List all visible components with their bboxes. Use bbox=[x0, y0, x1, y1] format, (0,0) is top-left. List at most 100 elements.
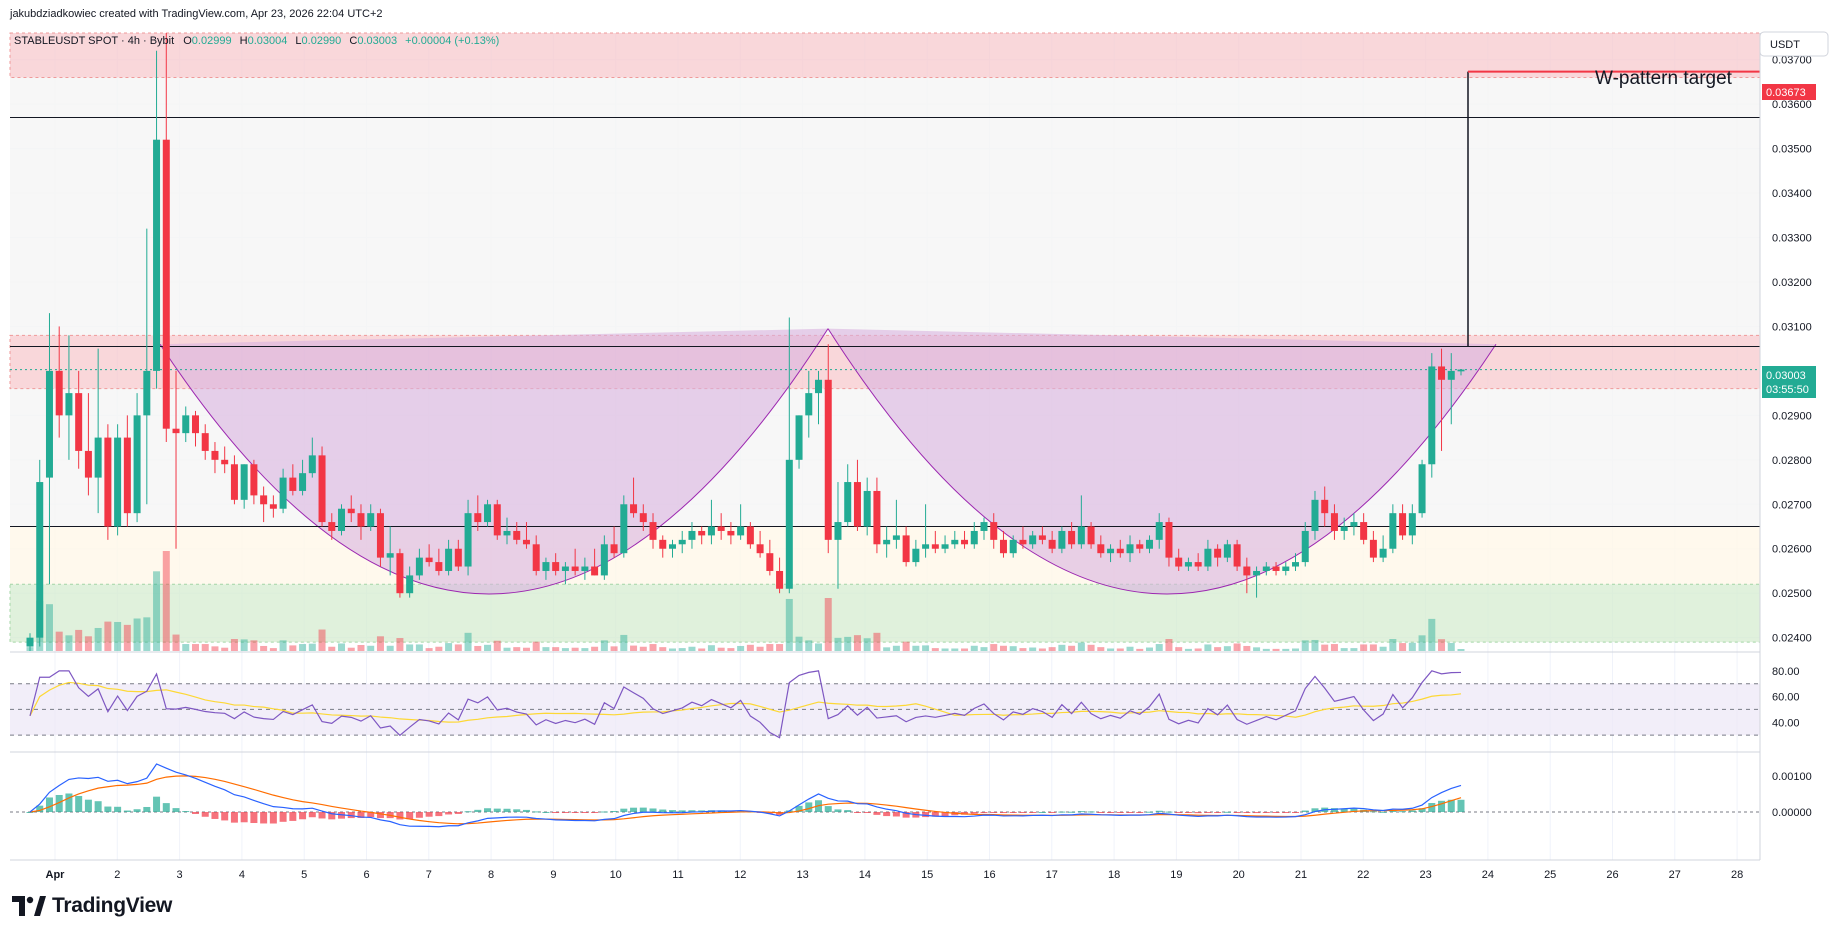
candle-body bbox=[834, 522, 842, 540]
macd-histogram-bar bbox=[1058, 811, 1066, 813]
candle-body bbox=[1058, 530, 1066, 549]
macd-histogram-bar bbox=[299, 812, 307, 820]
candle-body bbox=[581, 566, 589, 571]
candle-body bbox=[493, 504, 501, 536]
macd-histogram-bar bbox=[1175, 812, 1183, 813]
volume-bar bbox=[357, 645, 365, 651]
w-pattern-target-label: W-pattern target bbox=[1595, 68, 1733, 89]
candle-body bbox=[532, 544, 540, 571]
volume-bar bbox=[1165, 639, 1173, 651]
candle-body bbox=[873, 490, 881, 545]
volume-bar bbox=[931, 648, 939, 651]
volume-bar bbox=[250, 640, 258, 651]
legend-c-label: C bbox=[349, 35, 357, 47]
macd-histogram-bar bbox=[1019, 812, 1027, 813]
macd-histogram-bar bbox=[1048, 812, 1056, 813]
candle-body bbox=[922, 544, 930, 549]
macd-histogram-bar bbox=[1204, 812, 1212, 813]
candle-body bbox=[1038, 535, 1046, 540]
macd-histogram-bar bbox=[1379, 811, 1387, 813]
candle-body bbox=[36, 482, 44, 638]
candle-body bbox=[1399, 513, 1407, 536]
candle-body bbox=[980, 522, 988, 531]
macd-histogram-bar bbox=[211, 812, 219, 819]
macd-histogram-bar bbox=[571, 812, 579, 813]
volume-bar bbox=[1292, 648, 1300, 651]
volume-bar bbox=[766, 644, 774, 651]
volume-bar bbox=[493, 640, 501, 651]
volume-bar bbox=[1009, 646, 1017, 651]
volume-bar bbox=[795, 636, 803, 651]
volume-bar bbox=[445, 643, 453, 651]
macd-histogram-bar bbox=[1369, 811, 1377, 813]
macd-histogram-bar bbox=[143, 806, 151, 812]
rsi-pane bbox=[10, 670, 1760, 739]
candle-body bbox=[999, 539, 1007, 554]
volume-bar bbox=[707, 645, 715, 651]
volume-bar bbox=[756, 646, 764, 651]
volume-bar bbox=[1145, 647, 1153, 651]
macd-histogram-bar bbox=[162, 803, 170, 812]
volume-bar bbox=[269, 648, 277, 651]
macd-histogram-bar bbox=[191, 812, 199, 814]
candle-body bbox=[133, 415, 141, 514]
volume-bar bbox=[104, 621, 112, 651]
volume-bar bbox=[279, 640, 287, 651]
macd-histogram-bar bbox=[834, 809, 842, 812]
macd-tick-label: 0.00000 bbox=[1772, 807, 1812, 819]
legend-symbol: STABLEUSDT SPOT · 4h · Bybit bbox=[14, 35, 174, 47]
macd-histogram-bar bbox=[1262, 812, 1270, 813]
macd-histogram-bar bbox=[250, 812, 258, 824]
macd-histogram-bar bbox=[1292, 812, 1300, 813]
macd-histogram-bar bbox=[513, 809, 521, 812]
volume-bar bbox=[1194, 648, 1202, 651]
time-tick-label: 19 bbox=[1170, 869, 1182, 881]
volume-bar bbox=[396, 638, 404, 651]
macd-histogram-bar bbox=[922, 812, 930, 818]
candle-body bbox=[600, 544, 608, 576]
candle-body bbox=[1077, 526, 1085, 545]
candle-body bbox=[357, 513, 365, 527]
macd-histogram-bar bbox=[1408, 810, 1416, 812]
volume-bar bbox=[94, 627, 102, 651]
volume-bar bbox=[1233, 643, 1241, 651]
volume-bar bbox=[1077, 642, 1085, 651]
chart-canvas[interactable]: 0.037000.036000.035000.034000.033000.032… bbox=[0, 0, 1835, 931]
candle-body bbox=[75, 393, 83, 451]
volume-bar bbox=[75, 629, 83, 651]
candle-body bbox=[191, 415, 199, 434]
candle-body bbox=[863, 490, 871, 527]
candle-body bbox=[1009, 539, 1017, 554]
macd-histogram-bar bbox=[1155, 810, 1163, 812]
volume-bar bbox=[367, 645, 375, 651]
candle-body bbox=[1068, 530, 1076, 545]
time-tick-label: 9 bbox=[550, 869, 556, 881]
candle-body bbox=[1097, 544, 1105, 554]
volume-bar bbox=[1350, 648, 1358, 651]
volume-bar bbox=[1175, 647, 1183, 651]
volume-bar bbox=[153, 571, 161, 651]
volume-bar bbox=[338, 643, 346, 651]
volume-bar bbox=[318, 629, 326, 651]
volume-bar bbox=[815, 643, 823, 651]
macd-histogram-bar bbox=[133, 809, 141, 812]
macd-histogram-bar bbox=[182, 811, 190, 813]
macd-histogram-bar bbox=[1136, 812, 1144, 813]
candle-body bbox=[318, 455, 326, 523]
volume-bar bbox=[123, 624, 131, 651]
volume-bar bbox=[201, 644, 209, 651]
candle-body bbox=[1243, 566, 1251, 576]
tradingview-logo[interactable]: TradingView bbox=[12, 894, 172, 918]
candle-body bbox=[1428, 366, 1436, 465]
macd-histogram-bar bbox=[532, 811, 540, 813]
price-tick-label: 0.02700 bbox=[1772, 499, 1812, 511]
candle-body bbox=[717, 526, 725, 531]
time-tick-label: 28 bbox=[1731, 869, 1743, 881]
price-tick-label: 0.03600 bbox=[1772, 99, 1812, 111]
macd-histogram-bar bbox=[1301, 810, 1309, 812]
volume-bar bbox=[1048, 647, 1056, 651]
candle-body bbox=[815, 379, 823, 394]
volume-bar bbox=[659, 647, 667, 651]
candle-body bbox=[688, 530, 696, 540]
candle-body bbox=[1360, 522, 1368, 540]
